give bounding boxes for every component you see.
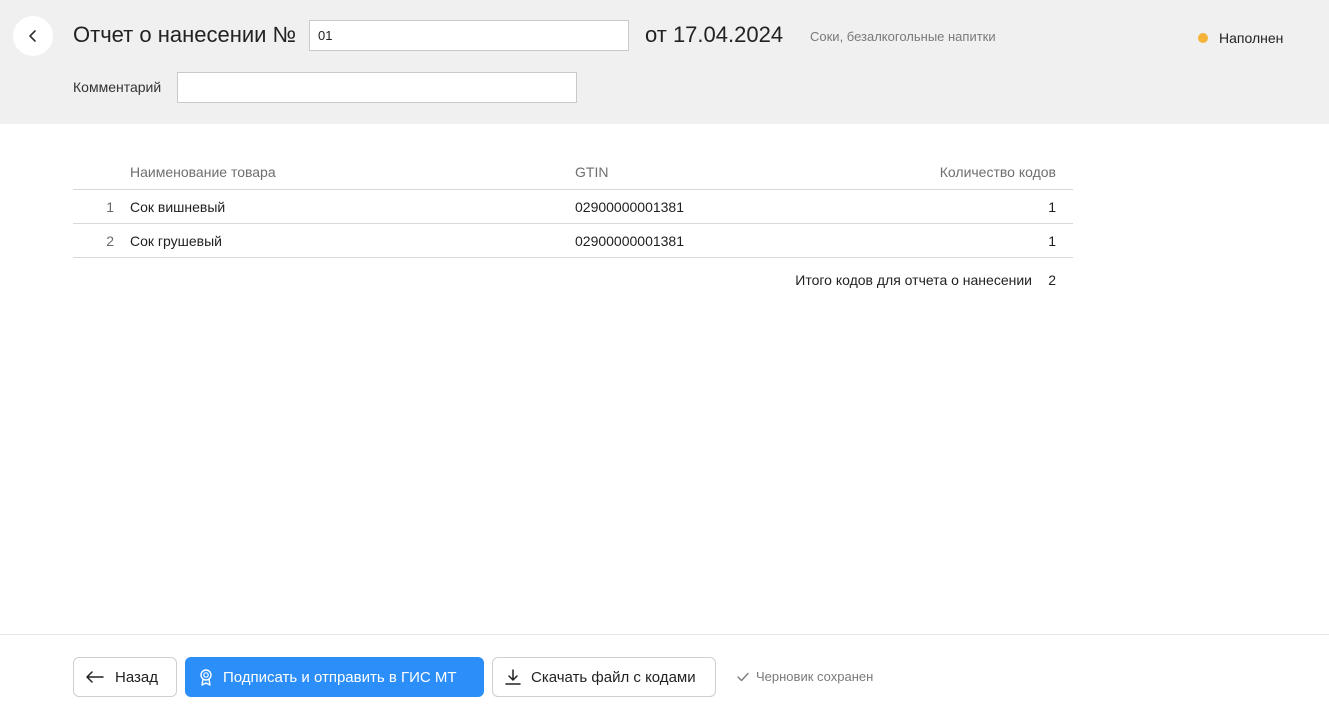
page-title: Отчет о нанесении №	[73, 22, 297, 47]
row-gtin: 02900000001381	[575, 233, 685, 249]
product-category: Соки, безалкогольные напитки	[810, 29, 996, 44]
column-header-qty: Количество кодов	[939, 164, 1056, 180]
back-button[interactable]: Назад	[73, 657, 177, 697]
row-gtin: 02900000001381	[575, 199, 685, 215]
header-back-button[interactable]	[13, 16, 53, 56]
row-product-name: Сок грушевый	[130, 233, 222, 249]
sign-and-send-button[interactable]: Подписать и отправить в ГИС МТ	[185, 657, 484, 697]
report-header: Отчет о нанесении № от 17.04.2024 Соки, …	[0, 0, 1329, 124]
total-value: 2	[1048, 272, 1056, 288]
status-label: Наполнен	[1219, 30, 1284, 46]
download-icon	[504, 668, 522, 686]
report-number-input[interactable]	[309, 20, 629, 51]
products-table: Наименование товара GTIN Количество кодо…	[73, 155, 1073, 258]
status-badge: Наполнен	[1198, 30, 1283, 46]
award-icon	[197, 668, 215, 686]
download-codes-button[interactable]: Скачать файл с кодами	[492, 657, 716, 697]
chevron-left-icon	[28, 29, 38, 43]
column-header-name: Наименование товара	[130, 164, 276, 180]
row-index: 1	[106, 199, 114, 215]
check-icon	[736, 671, 750, 683]
row-index: 2	[106, 233, 114, 249]
draft-saved-indicator: Черновик сохранен	[736, 669, 873, 684]
comment-input[interactable]	[177, 72, 577, 103]
comment-label: Комментарий	[73, 79, 162, 95]
status-dot-icon	[1198, 33, 1208, 43]
footer-toolbar: Назад Подписать и отправить в ГИС МТ Ска…	[0, 634, 1329, 712]
saved-label: Черновик сохранен	[756, 669, 874, 684]
table-row[interactable]: 2 Сок грушевый 02900000001381 1	[73, 224, 1073, 258]
table-header-row: Наименование товара GTIN Количество кодо…	[73, 155, 1073, 190]
row-qty: 1	[1048, 199, 1056, 215]
total-label: Итого кодов для отчета о нанесении	[795, 272, 1032, 288]
row-product-name: Сок вишневый	[130, 199, 226, 215]
back-button-label: Назад	[115, 668, 158, 686]
row-qty: 1	[1048, 233, 1056, 249]
report-date: от 17.04.2024	[645, 22, 784, 47]
table-row[interactable]: 1 Сок вишневый 02900000001381 1	[73, 190, 1073, 224]
sign-button-label: Подписать и отправить в ГИС МТ	[223, 668, 457, 686]
arrow-left-icon	[85, 670, 105, 684]
column-header-gtin: GTIN	[575, 164, 609, 180]
download-button-label: Скачать файл с кодами	[531, 668, 696, 686]
